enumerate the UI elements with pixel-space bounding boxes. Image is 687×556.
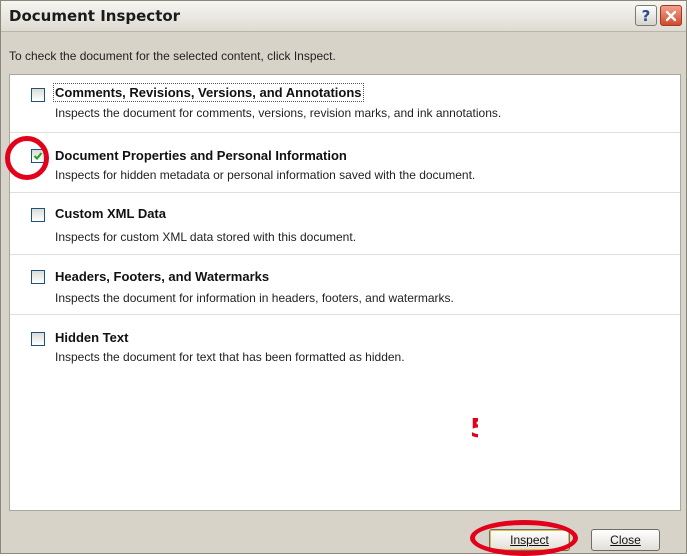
option-description: Inspects the document for text that has … bbox=[55, 350, 405, 364]
option-hidden-text[interactable]: Hidden Text Inspects the document for te… bbox=[10, 315, 680, 373]
highlight-circle-checkbox bbox=[5, 136, 49, 180]
checkbox-headers-footers[interactable] bbox=[31, 270, 45, 284]
option-description: Inspects the document for comments, vers… bbox=[55, 106, 502, 120]
document-inspector-dialog: Document Inspector ? To check the docume… bbox=[0, 0, 687, 554]
checkbox-hidden-text[interactable] bbox=[31, 332, 45, 346]
option-description: Inspects for hidden metadata or personal… bbox=[55, 168, 476, 182]
option-description: Inspects the document for information in… bbox=[55, 291, 454, 305]
close-window-button[interactable] bbox=[660, 5, 682, 26]
step-number-annotation: 5 bbox=[470, 414, 478, 444]
option-label: Comments, Revisions, Versions, and Annot… bbox=[53, 83, 364, 102]
title-bar: Document Inspector ? bbox=[1, 1, 686, 32]
option-document-properties[interactable]: Document Properties and Personal Informa… bbox=[10, 133, 680, 193]
inspection-options-list: Comments, Revisions, Versions, and Annot… bbox=[9, 74, 681, 511]
close-x-icon bbox=[665, 10, 677, 21]
option-comments-revisions[interactable]: Comments, Revisions, Versions, and Annot… bbox=[10, 75, 680, 133]
instruction-text: To check the document for the selected c… bbox=[9, 49, 336, 63]
close-button-label: Close bbox=[610, 533, 641, 547]
checkbox-custom-xml[interactable] bbox=[31, 208, 45, 222]
option-custom-xml[interactable]: Custom XML Data Inspects for custom XML … bbox=[10, 193, 680, 255]
option-label: Hidden Text bbox=[55, 330, 129, 345]
option-label: Document Properties and Personal Informa… bbox=[55, 148, 347, 163]
checkbox-comments-revisions[interactable] bbox=[31, 88, 45, 102]
dialog-title: Document Inspector bbox=[9, 7, 181, 25]
option-label: Custom XML Data bbox=[55, 206, 166, 221]
option-description: Inspects for custom XML data stored with… bbox=[55, 230, 357, 244]
help-button[interactable]: ? bbox=[635, 5, 657, 26]
option-label: Headers, Footers, and Watermarks bbox=[55, 269, 270, 284]
close-button[interactable]: Close bbox=[591, 529, 660, 551]
highlight-circle-inspect bbox=[470, 520, 578, 556]
option-headers-footers[interactable]: Headers, Footers, and Watermarks Inspect… bbox=[10, 255, 680, 315]
